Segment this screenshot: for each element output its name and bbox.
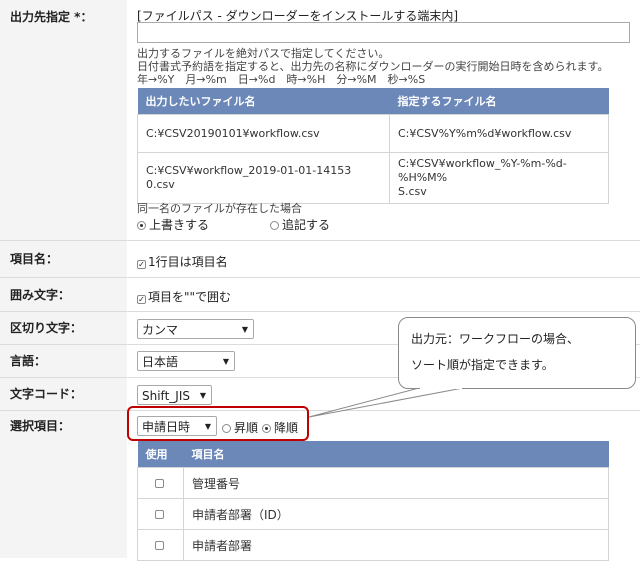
use-cell [137,529,184,561]
selection-label-cell: 選択項目： [0,411,127,558]
chevron-down-icon: ▼ [241,325,248,334]
callout-line-1: 出力元：ワークフローの場合、 [411,332,580,346]
callout-pointer-mask [420,386,462,389]
table-cell: 申請者部署 [183,529,609,561]
table-header: 出力したいファイル名 [137,88,390,115]
delimiter-value: カンマ [142,323,179,337]
output-dest-label-cell: 出力先指定 *： [0,0,127,240]
use-checkbox[interactable] [155,509,164,519]
overwrite-radio[interactable] [137,221,146,230]
delimiter-label-cell: 区切り文字： [0,312,127,344]
quote-option[interactable]: ✓ 項目を""で囲む [137,288,231,305]
use-checkbox[interactable] [155,540,164,550]
table-cell: C:¥CSV20190101¥workflow.csv [137,114,390,153]
chevron-down-icon: ▼ [199,391,206,400]
language-value: 日本語 [142,355,179,369]
table-header: 項目名 [183,441,609,468]
header-row-label: 1行目は項目名 [148,255,228,269]
output-help-3: 年→%Y 月→%m 日→%d 時→%H 分→%M 秒→%S [137,73,426,86]
chevron-down-icon: ▼ [222,357,229,366]
language-label: 言語： [10,354,47,368]
filename-example-table: 出力したいファイル名 指定するファイル名 C:¥CSV20190101¥work… [137,88,609,204]
table-cell: C:¥CSV%Y%m%d¥workflow.csv [389,114,609,153]
charset-select[interactable]: Shift_JIS ▼ [137,385,212,405]
append-radio[interactable] [270,221,279,230]
item-name-label: 項目名： [10,252,59,266]
table-cell: 管理番号 [183,467,609,499]
charset-label: 文字コード： [10,387,83,401]
overwrite-label: 上書きする [149,218,210,232]
append-label: 追記する [282,218,331,232]
charset-label-cell: 文字コード： [0,378,127,410]
overwrite-option[interactable]: 上書きする [137,216,209,233]
output-dest-label: 出力先指定 *： [10,10,93,24]
use-cell [137,498,184,530]
header-row-checkbox[interactable]: ✓ [137,260,146,269]
quote-label: 項目を""で囲む [148,290,232,304]
delimiter-select[interactable]: カンマ ▼ [137,319,254,339]
callout-line-2: ソート順が指定できます。 [411,358,554,372]
quote-checkbox[interactable]: ✓ [137,295,146,304]
enclosure-row: 囲み文字： ✓ 項目を""で囲む [0,278,640,312]
sort-highlight-box [127,406,309,441]
item-name-row: 項目名： ✓ 1行目は項目名 [0,241,640,278]
table-cell: C:¥CSV¥workflow_2019-01-01-14153 0.csv [137,152,390,204]
language-label-cell: 言語： [0,345,127,377]
charset-value: Shift_JIS [142,389,190,403]
delimiter-label: 区切り文字： [10,321,83,335]
table-cell: C:¥CSV¥workflow_%Y-%m-%d-%H%M% S.csv [389,152,609,204]
selection-label: 選択項目： [10,419,71,433]
callout-box: 出力元：ワークフローの場合、 ソート順が指定できます。 [398,317,636,389]
selection-items-table: 使用 項目名 管理番号 申請者部署（ID） 申請者部署 [137,441,609,561]
item-name-label-cell: 項目名： [0,241,127,277]
table-row: C:¥CSV¥workflow_2019-01-01-14153 0.csv C… [137,152,609,204]
table-row: 申請者部署 [137,529,609,561]
output-dest-row: 出力先指定 *： [ファイルパス - ダウンローダーをインストールする端末内] … [0,0,640,241]
use-cell [137,467,184,499]
table-row: C:¥CSV20190101¥workflow.csv C:¥CSV%Y%m%d… [137,114,609,153]
use-checkbox[interactable] [155,478,164,488]
output-path-input[interactable] [137,22,630,43]
header-row-option[interactable]: ✓ 1行目は項目名 [137,253,228,270]
table-row: 管理番号 [137,467,609,499]
enclosure-label-cell: 囲み文字： [0,278,127,311]
language-select[interactable]: 日本語 ▼ [137,351,235,371]
selection-row: 選択項目： 申請日時 ▼ 昇順 降順 使用 項目名 管理番号 申請者部署（ID）… [0,406,640,561]
file-exists-label: 同一名のファイルが存在した場合 [137,202,302,215]
append-option[interactable]: 追記する [270,216,330,233]
table-cell: 申請者部署（ID） [183,498,609,530]
table-header: 使用 [137,441,184,468]
table-row: 申請者部署（ID） [137,498,609,530]
enclosure-label: 囲み文字： [10,288,71,302]
table-header: 指定するファイル名 [389,88,609,115]
